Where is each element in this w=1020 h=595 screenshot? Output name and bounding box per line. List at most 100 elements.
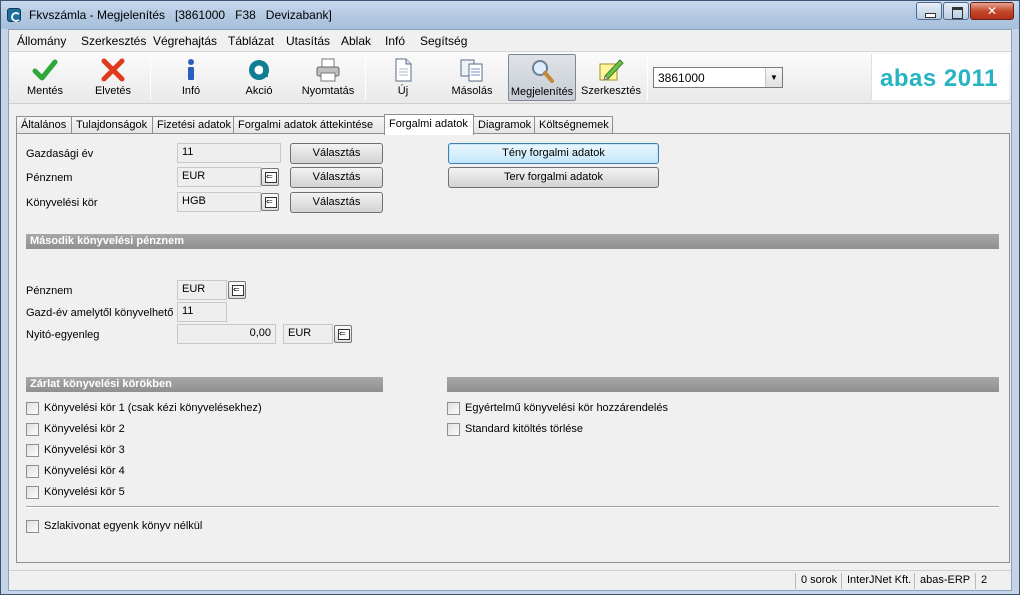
- printer-icon: [316, 58, 340, 82]
- menu-utasitas[interactable]: Utasítás: [286, 34, 330, 48]
- gazd-ev-field[interactable]: 11: [177, 302, 227, 322]
- standard-kitoltes-checkbox[interactable]: [447, 423, 460, 436]
- menu-tablazat[interactable]: Táblázat: [228, 34, 274, 48]
- szlakivonat-label: Szlakivonat egyenk könyv nélkül: [44, 520, 203, 532]
- closing-kor4-checkbox[interactable]: [26, 465, 39, 478]
- tab-forgalmi-adatok[interactable]: Forgalmi adatok: [384, 114, 474, 135]
- copy-label: Másolás: [451, 85, 493, 97]
- chevron-down-icon[interactable]: ▼: [765, 68, 782, 87]
- save-button[interactable]: Mentés: [13, 54, 77, 101]
- terv-forgalmi-button[interactable]: Terv forgalmi adatok: [448, 167, 659, 188]
- closing-header: Zárlat könyvelési körökben: [26, 377, 383, 392]
- closing-kor5-checkbox[interactable]: [26, 486, 39, 499]
- nyito-currency-lookup-icon[interactable]: [334, 325, 352, 343]
- title-record: [3861000: [175, 8, 226, 22]
- client-area: Állomány Szerkesztés Végrehajtás Tábláza…: [8, 29, 1012, 591]
- status-number: 2: [975, 573, 992, 589]
- menu-ablak[interactable]: Ablak: [341, 34, 371, 48]
- menu-bar: Állomány Szerkesztés Végrehajtás Tábláza…: [9, 30, 1011, 52]
- penznem-select-button[interactable]: Választás: [290, 167, 383, 188]
- window-title: Fkvszámla - Megjelenítés [3861000 F38 Deviz…: [29, 8, 342, 22]
- tab-forgalmi-attekintes[interactable]: Forgalmi adatok áttekintése: [233, 116, 385, 134]
- second-penznem-field[interactable]: EUR: [177, 280, 227, 300]
- view-label: Megjelenítés: [510, 86, 574, 98]
- second-penznem-label: Pénznem: [26, 285, 73, 297]
- application-window: Fkvszámla - Megjelenítés [3861000 F38 Deviz…: [0, 0, 1020, 595]
- tab-tulajdonsagok[interactable]: Tulajdonságok: [71, 116, 153, 134]
- nyito-currency-field[interactable]: EUR: [283, 324, 333, 344]
- closing-kor3-label: Könyvelési kör 3: [44, 444, 125, 456]
- konyvelesi-kor-select-button[interactable]: Választás: [290, 192, 383, 213]
- edit-icon: [599, 59, 624, 81]
- title-app: Fkvszámla - Megjelenítés: [29, 8, 166, 22]
- magnifier-icon: [532, 60, 554, 83]
- closing-kor4-label: Könyvelési kör 4: [44, 465, 125, 477]
- penznem-lookup-icon[interactable]: [261, 168, 279, 186]
- record-combo[interactable]: 3861000 ▼: [653, 67, 783, 88]
- cross-icon: [101, 58, 125, 82]
- penznem-label: Pénznem: [26, 172, 73, 184]
- closing-kor2-label: Könyvelési kör 2: [44, 423, 125, 435]
- edit-label: Szerkesztés: [581, 85, 641, 97]
- menu-segitseg[interactable]: Segítség: [420, 34, 467, 48]
- info-button[interactable]: Infó: [159, 54, 223, 101]
- status-company: InterJNet Kft.: [841, 573, 916, 589]
- egyertelmu-checkbox[interactable]: [447, 402, 460, 415]
- info-label: Infó: [181, 85, 201, 97]
- print-button[interactable]: Nyomtatás: [295, 54, 361, 101]
- copy-button[interactable]: Másolás: [439, 54, 505, 101]
- second-penznem-lookup-icon[interactable]: [228, 281, 246, 299]
- save-label: Mentés: [26, 85, 64, 97]
- status-product: abas-ERP: [914, 573, 975, 589]
- closing-right-header: [447, 377, 999, 392]
- gazdasagi-ev-label: Gazdasági év: [26, 148, 94, 160]
- tab-koltsegnemek[interactable]: Költségnemek: [534, 116, 613, 134]
- title-bar[interactable]: Fkvszámla - Megjelenítés [3861000 F38 Deviz…: [1, 1, 1019, 29]
- logo-text: abas 2011: [880, 65, 998, 92]
- check-icon: [32, 59, 58, 81]
- closing-kor1-label: Könyvelési kör 1 (csak kézi könyvelésekh…: [44, 402, 262, 414]
- record-combo-value: 3861000: [658, 71, 705, 85]
- tab-altalanos[interactable]: Általános: [16, 116, 72, 134]
- gazdasagi-ev-field[interactable]: 11: [177, 143, 281, 163]
- abas-app-icon: [7, 8, 21, 22]
- new-button[interactable]: Új: [371, 54, 435, 101]
- tab-diagramok[interactable]: Diagramok: [473, 116, 535, 134]
- nyito-egyenleg-field[interactable]: 0,00: [177, 324, 276, 344]
- konyvelesi-kor-label: Könyvelési kör: [26, 197, 98, 209]
- menu-info[interactable]: Infó: [385, 34, 405, 48]
- new-document-icon: [395, 58, 412, 82]
- action-label: Akció: [245, 85, 273, 97]
- edit-button[interactable]: Szerkesztés: [578, 54, 644, 101]
- tab-fizetesi-adatok[interactable]: Fizetési adatok: [152, 116, 234, 134]
- status-rows: 0 sorok: [795, 573, 842, 589]
- closing-kor3-checkbox[interactable]: [26, 444, 39, 457]
- menu-szerkesztes[interactable]: Szerkesztés: [81, 34, 146, 48]
- close-button[interactable]: [970, 2, 1014, 20]
- konyvelesi-kor-field[interactable]: HGB: [177, 192, 261, 212]
- tab-strip: Általános Tulajdonságok Fizetési adatok …: [16, 114, 1011, 135]
- closing-kor2-checkbox[interactable]: [26, 423, 39, 436]
- teny-forgalmi-button[interactable]: Tény forgalmi adatok: [448, 143, 659, 164]
- tab-panel: Gazdasági év 11 Választás Pénznem EUR Vá…: [16, 133, 1010, 563]
- abas-action-icon: [249, 60, 269, 80]
- gazdasagi-ev-select-button[interactable]: Választás: [290, 143, 383, 164]
- menu-vegrehajtas[interactable]: Végrehajtás: [153, 34, 217, 48]
- nyito-egyenleg-label: Nyitó-egyenleg: [26, 329, 100, 341]
- divider: [26, 506, 999, 508]
- maximize-button[interactable]: [943, 2, 969, 20]
- standard-kitoltes-label: Standard kitöltés törlése: [465, 423, 584, 435]
- menu-allomany[interactable]: Állomány: [17, 34, 66, 48]
- view-button[interactable]: Megjelenítés: [508, 54, 576, 101]
- gazd-ev-label: Gazd-év amelytől könyvelhető: [26, 307, 174, 319]
- closing-kor5-label: Könyvelési kör 5: [44, 486, 125, 498]
- action-button[interactable]: Akció: [227, 54, 291, 101]
- info-icon: [188, 59, 194, 80]
- closing-kor1-checkbox[interactable]: [26, 402, 39, 415]
- konyvelesi-kor-lookup-icon[interactable]: [261, 193, 279, 211]
- szlakivonat-checkbox[interactable]: [26, 520, 39, 533]
- penznem-field[interactable]: EUR: [177, 167, 261, 187]
- minimize-button[interactable]: [916, 2, 942, 20]
- discard-button[interactable]: Elvetés: [81, 54, 145, 101]
- print-label: Nyomtatás: [301, 85, 355, 97]
